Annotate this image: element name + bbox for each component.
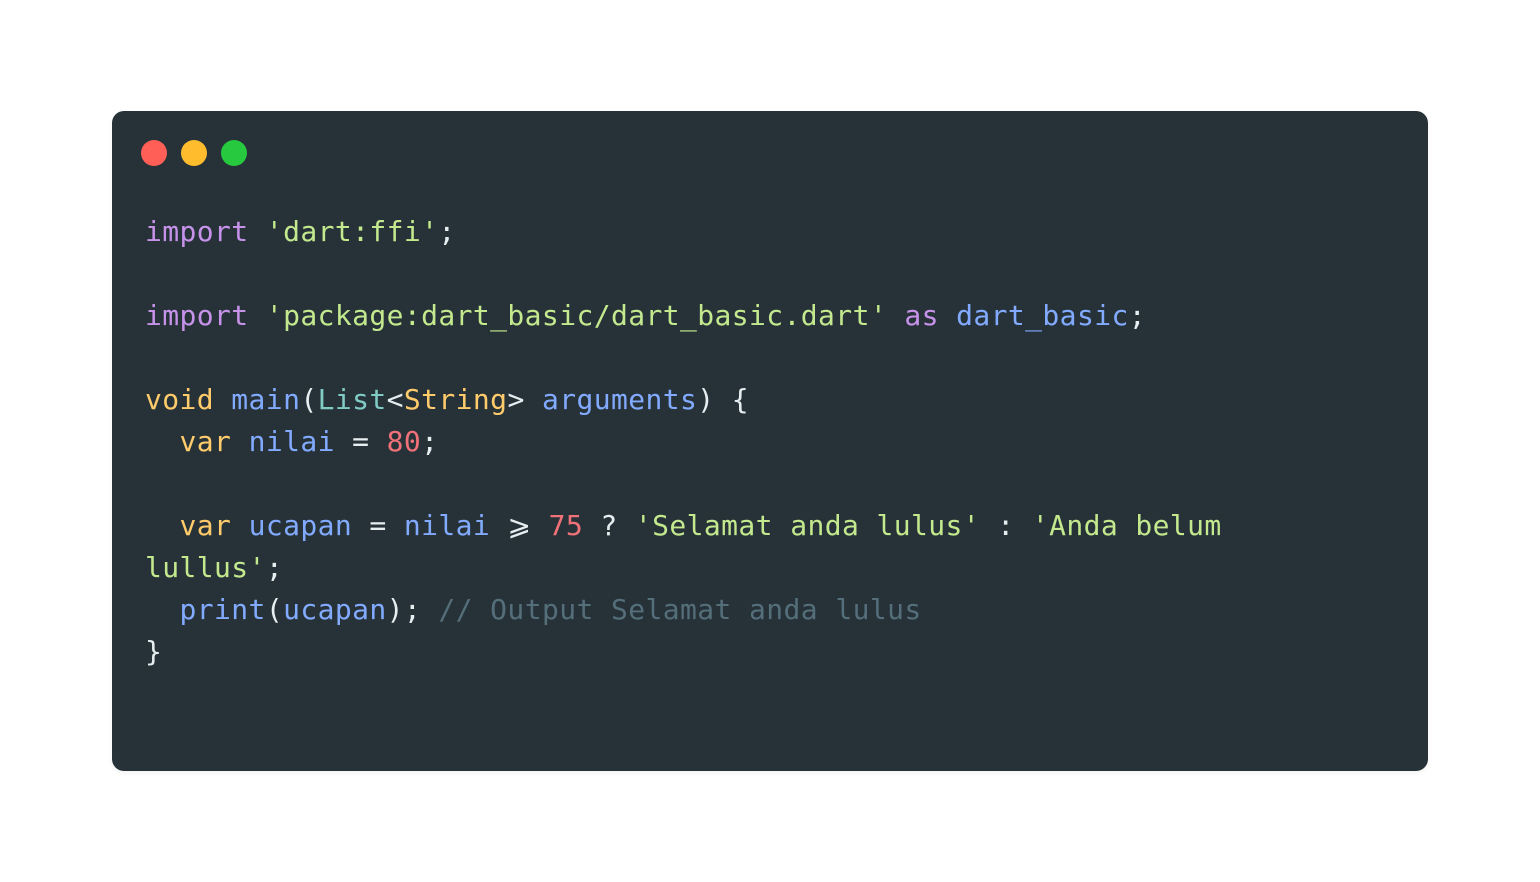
code-token: main bbox=[231, 383, 301, 416]
code-token: = bbox=[352, 509, 404, 542]
code-line: var nilai = 80; bbox=[145, 421, 1222, 463]
code-token: : bbox=[980, 509, 1032, 542]
code-token: List bbox=[317, 383, 387, 416]
code-token: ) { bbox=[697, 383, 750, 416]
code-token: ; bbox=[438, 215, 456, 248]
code-token: dart_basic bbox=[956, 299, 1129, 332]
code-line: print(ucapan); // Output Selamat anda lu… bbox=[145, 589, 1222, 631]
code-block: import 'dart:ffi'; import 'package:dart_… bbox=[145, 211, 1222, 673]
code-token: import bbox=[145, 215, 249, 248]
code-token: void bbox=[145, 383, 215, 416]
code-token: = bbox=[334, 425, 387, 458]
code-token: 80 bbox=[386, 425, 422, 458]
code-token: 'Anda belum bbox=[1031, 509, 1222, 542]
code-token: < bbox=[386, 383, 404, 416]
close-dot[interactable] bbox=[141, 140, 167, 166]
minimize-dot[interactable] bbox=[181, 140, 207, 166]
code-token: nilai bbox=[248, 425, 335, 458]
code-token: ⩾ bbox=[490, 509, 549, 542]
code-token: } bbox=[145, 635, 163, 668]
code-token: String bbox=[403, 383, 508, 416]
code-token: lullus' bbox=[145, 551, 266, 584]
code-line: void main(List<String> arguments) { bbox=[145, 379, 1222, 421]
code-token: import bbox=[145, 299, 249, 332]
code-token: print bbox=[179, 593, 266, 626]
code-line: var ucapan = nilai ⩾ 75 ? 'Selamat anda … bbox=[145, 505, 1222, 547]
code-token: ( bbox=[265, 593, 284, 626]
code-token: ( bbox=[300, 383, 318, 416]
code-token: nilai bbox=[403, 509, 491, 542]
code-token: var bbox=[179, 425, 232, 458]
code-token: 75 bbox=[548, 509, 584, 542]
code-line: lullus'; bbox=[145, 547, 1222, 589]
code-token: as bbox=[904, 299, 939, 332]
canvas: import 'dart:ffi'; import 'package:dart_… bbox=[0, 0, 1540, 882]
code-line: import 'package:dart_basic/dart_basic.da… bbox=[145, 295, 1222, 337]
code-token: ucapan bbox=[248, 509, 353, 542]
code-token: arguments bbox=[541, 383, 698, 416]
code-token: var bbox=[179, 509, 232, 542]
code-token: // Output Selamat anda lulus bbox=[438, 593, 922, 626]
code-token: 'package:dart_basic/dart_basic.dart' bbox=[265, 299, 888, 332]
maximize-dot[interactable] bbox=[221, 140, 247, 166]
code-line: import 'dart:ffi'; bbox=[145, 211, 1222, 253]
code-token: ? bbox=[583, 509, 635, 542]
code-window: import 'dart:ffi'; import 'package:dart_… bbox=[112, 111, 1428, 771]
code-token: ; bbox=[421, 425, 439, 458]
code-token: 'dart:ffi' bbox=[265, 215, 439, 248]
code-token: ; bbox=[265, 551, 284, 584]
code-token: ); bbox=[386, 593, 439, 626]
code-token: > bbox=[507, 383, 542, 416]
code-token: 'Selamat anda lulus' bbox=[634, 509, 981, 542]
code-token: ucapan bbox=[283, 593, 387, 626]
code-token: ; bbox=[1128, 299, 1146, 332]
window-controls bbox=[141, 140, 247, 166]
code-line: } bbox=[145, 631, 1222, 673]
